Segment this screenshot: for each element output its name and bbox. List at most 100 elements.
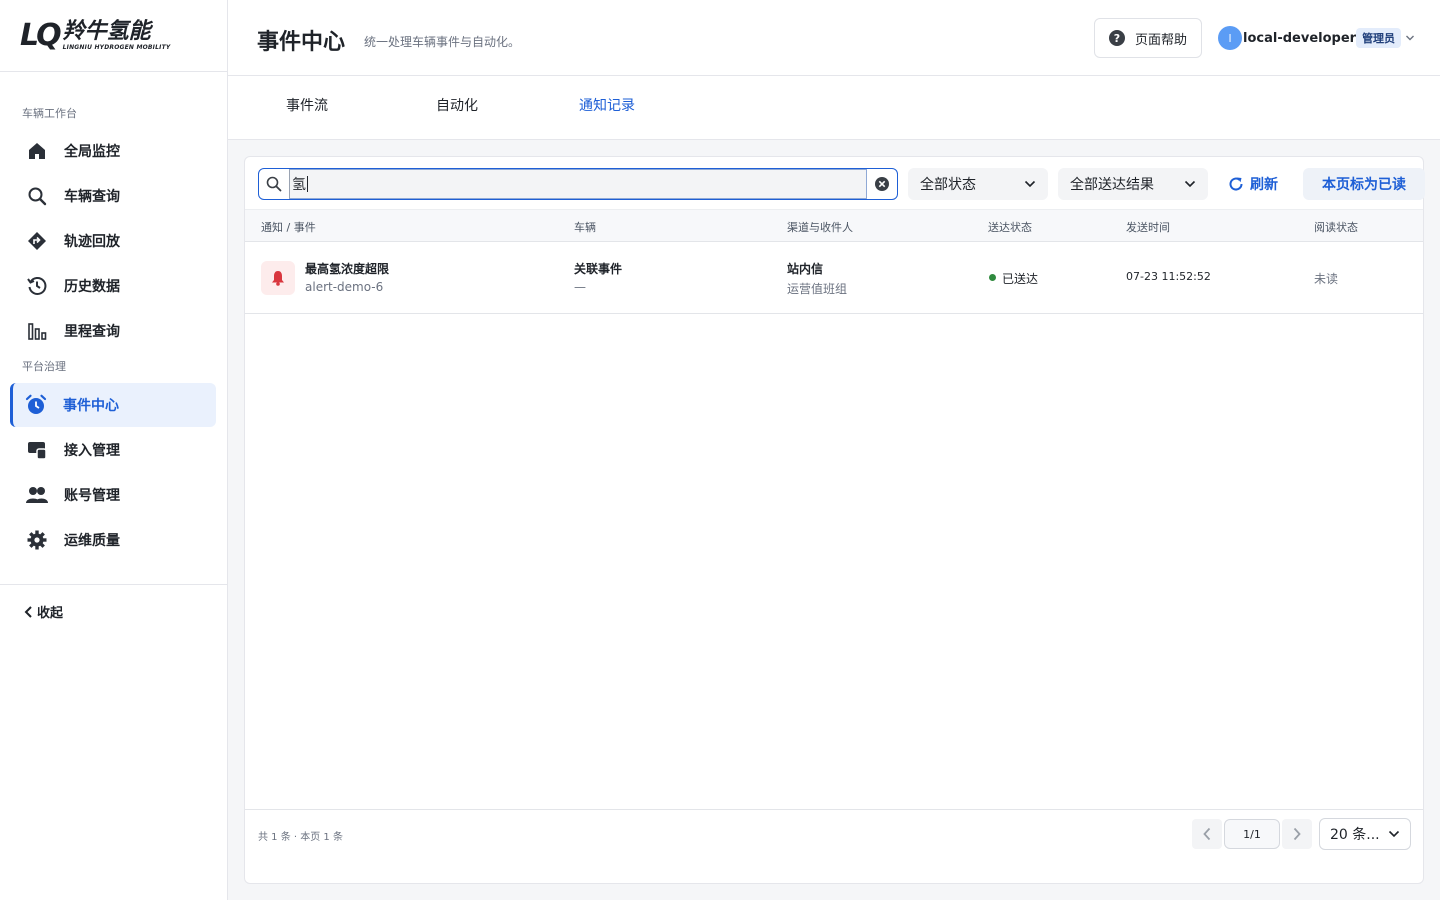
bell-icon (261, 261, 295, 295)
column-header-channel[interactable]: 渠道与收件人 (787, 219, 853, 235)
column-header-delivery[interactable]: 送达状态 (988, 219, 1032, 235)
tab-notification-records[interactable]: 通知记录 (579, 95, 635, 115)
column-header-vehicle[interactable]: 车辆 (574, 219, 596, 235)
chevron-down-icon (1406, 35, 1415, 41)
page-header: 事件中心 统一处理车辆事件与自动化。 ? 页面帮助 l local-develo… (228, 0, 1440, 76)
search-input-value: 氢 (292, 177, 306, 193)
tab-event-stream[interactable]: 事件流 (286, 95, 328, 115)
tab-automation[interactable]: 自动化 (436, 95, 478, 115)
prev-page-button[interactable] (1192, 819, 1222, 849)
bar-chart-icon (26, 320, 48, 342)
gear-icon (26, 529, 48, 551)
help-label: 页面帮助 (1134, 32, 1187, 48)
vehicle-cell: 关联事件 (574, 262, 623, 276)
notification-panel: 氢 全部状态 全部送达结果 刷新 本页标为已读 通知 / 事件 车辆 渠道与收件… (244, 156, 1425, 884)
sidebar-item-vehicle-query[interactable]: 车辆查询 (0, 173, 227, 218)
sidebar-item-account-management[interactable]: 账号管理 (0, 472, 227, 517)
route-icon (26, 230, 48, 252)
clear-icon[interactable] (867, 176, 897, 192)
column-header-send-time[interactable]: 发送时间 (1126, 219, 1170, 235)
sidebar-item-label: 接入管理 (64, 442, 120, 459)
history-icon (26, 275, 48, 297)
chevron-down-icon (1184, 180, 1196, 188)
sidebar: LQ 羚牛氢能 LINGNIU HYDROGEN MOBILITY 车辆工作台 … (0, 0, 228, 900)
sidebar-item-global-monitor[interactable]: 全局监控 (0, 128, 227, 173)
sidebar-item-label: 事件中心 (63, 398, 119, 414)
footer-divider (245, 809, 1423, 810)
user-name: local-developer (1243, 30, 1357, 46)
sidebar-item-event-center[interactable]: 事件中心 (10, 383, 216, 427)
chevron-right-icon (1293, 827, 1301, 841)
send-time: 07-23 11:52:52 (1126, 270, 1211, 283)
text-caret (307, 176, 308, 192)
status-filter-select[interactable]: 全部状态 (908, 168, 1048, 200)
delivery-status: 已送达 (1002, 272, 1039, 286)
brand-name: 羚牛氢能 (62, 19, 151, 44)
search-icon (26, 185, 48, 207)
page-size-select[interactable]: 20 条... (1319, 818, 1411, 850)
refresh-button[interactable]: 刷新 (1228, 168, 1278, 200)
search-input[interactable]: 氢 (289, 169, 867, 199)
chevron-down-icon (1388, 830, 1400, 838)
search-box[interactable]: 氢 (258, 168, 898, 200)
recipient-cell: 运营值班组 (787, 282, 848, 296)
users-icon (26, 484, 48, 506)
pagination-summary: 共 1 条 · 本页 1 条 (258, 832, 343, 843)
page-help-button[interactable]: ? 页面帮助 (1094, 18, 1202, 58)
chevron-left-icon (1203, 827, 1211, 841)
sidebar-item-ops-quality[interactable]: 运维质量 (0, 517, 227, 562)
question-icon: ? (1108, 30, 1125, 46)
user-menu[interactable]: l local-developer 管理员 (1218, 26, 1415, 50)
sidebar-item-track-playback[interactable]: 轨迹回放 (0, 218, 227, 263)
collapse-label: 收起 (37, 606, 64, 621)
sidebar-item-label: 车辆查询 (64, 188, 120, 205)
read-status: 未读 (1314, 272, 1339, 286)
sidebar-item-label: 轨迹回放 (64, 233, 120, 250)
brand-name-en: LINGNIU HYDROGEN MOBILITY (62, 44, 171, 51)
device-icon (26, 439, 48, 461)
sidebar-item-label: 全局监控 (64, 143, 120, 160)
tab-bar: 事件流 自动化 通知记录 (228, 76, 1440, 140)
status-dot (989, 274, 996, 281)
sidebar-item-access-management[interactable]: 接入管理 (0, 427, 227, 472)
brand-logo[interactable]: LQ 羚牛氢能 LINGNIU HYDROGEN MOBILITY (0, 0, 227, 72)
delivery-filter-value: 全部送达结果 (1070, 177, 1154, 193)
section-label-vehicle: 车辆工作台 (22, 107, 77, 120)
alarm-clock-icon (25, 394, 47, 416)
page-title: 事件中心 (257, 30, 346, 55)
sidebar-item-mileage-query[interactable]: 里程查询 (0, 308, 227, 353)
section-label-platform: 平台治理 (22, 360, 66, 373)
logo-text: 羚牛氢能 LINGNIU HYDROGEN MOBILITY (62, 19, 171, 52)
sidebar-item-label: 运维质量 (64, 532, 120, 549)
next-page-button[interactable] (1282, 819, 1312, 849)
sidebar-item-history-data[interactable]: 历史数据 (0, 263, 227, 308)
mark-page-read-button[interactable]: 本页标为已读 (1303, 168, 1425, 200)
logo-mark: LQ 羚牛氢能 LINGNIU HYDROGEN MOBILITY (20, 18, 170, 53)
page-subtitle: 统一处理车辆事件与自动化。 (364, 35, 521, 49)
delivery-filter-select[interactable]: 全部送达结果 (1058, 168, 1208, 200)
sidebar-item-label: 里程查询 (64, 323, 120, 340)
table-row[interactable]: 最高氢浓度超限 alert-demo-6 关联事件 — 站内信 运营值班组 已送… (245, 242, 1423, 314)
vehicle-sub: — (574, 280, 586, 294)
sidebar-item-label: 账号管理 (64, 487, 120, 504)
sidebar-divider (0, 584, 227, 585)
page-size-value: 20 条... (1330, 827, 1380, 843)
notification-title: 最高氢浓度超限 (305, 262, 390, 276)
chevron-left-icon (24, 605, 32, 618)
status-filter-value: 全部状态 (920, 177, 976, 193)
refresh-label: 刷新 (1250, 177, 1278, 193)
avatar: l (1218, 26, 1242, 50)
search-icon (259, 176, 289, 192)
home-icon (26, 140, 48, 162)
current-page[interactable]: 1/1 (1224, 819, 1280, 849)
column-header-notification[interactable]: 通知 / 事件 (261, 219, 316, 235)
sidebar-item-label: 历史数据 (64, 278, 120, 295)
logo-glyph: LQ (20, 18, 62, 53)
refresh-icon (1229, 177, 1243, 191)
column-header-read-status[interactable]: 阅读状态 (1314, 219, 1358, 235)
channel-cell: 站内信 (787, 262, 824, 276)
role-badge: 管理员 (1356, 28, 1402, 48)
chevron-down-icon (1024, 180, 1036, 188)
event-id[interactable]: alert-demo-6 (305, 280, 383, 294)
collapse-button[interactable]: 收起 (24, 602, 63, 621)
